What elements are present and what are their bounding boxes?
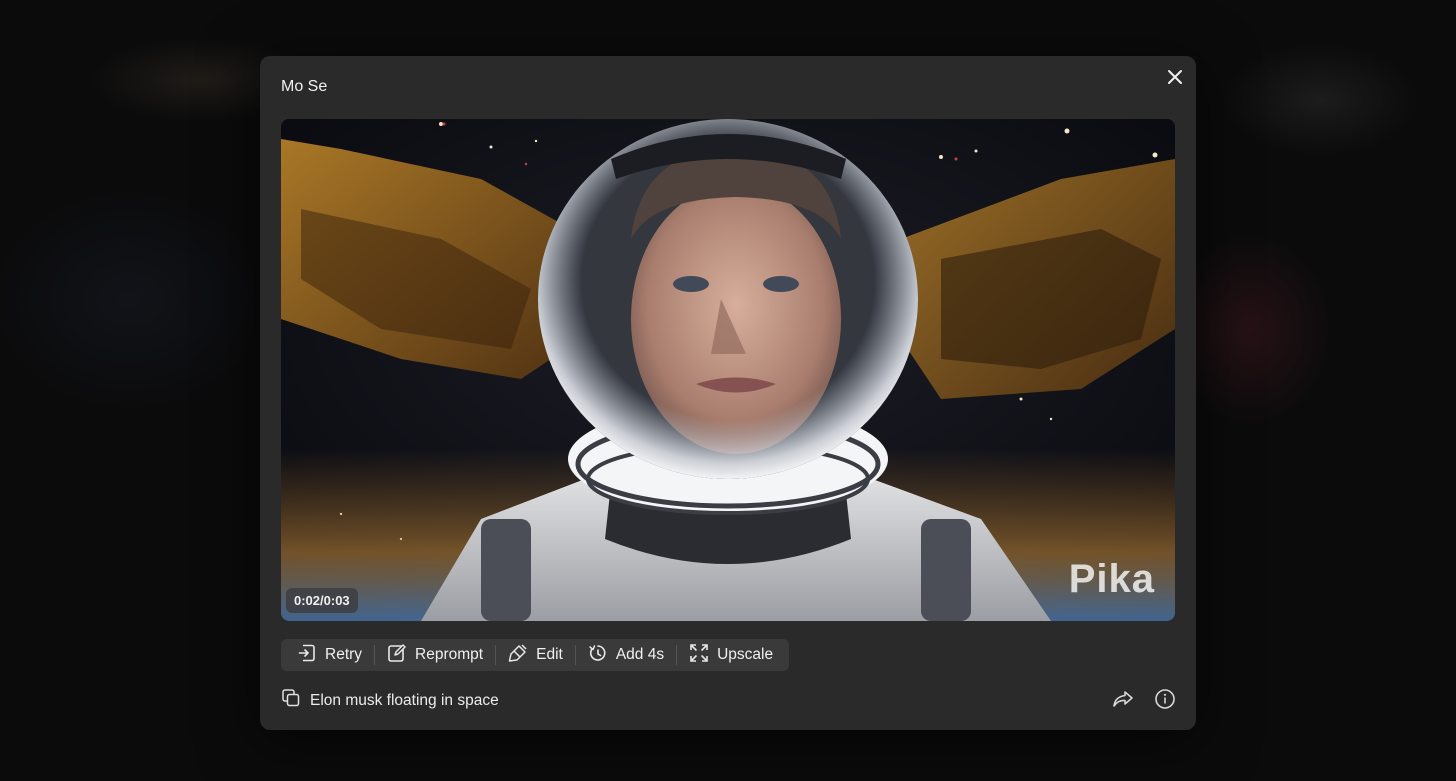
edit-button[interactable]: Edit (496, 639, 575, 671)
brush-icon (508, 643, 528, 668)
add-4s-button[interactable]: Add 4s (576, 639, 676, 671)
upscale-button[interactable]: Upscale (677, 639, 785, 671)
prompt-row: Elon musk floating in space (281, 688, 499, 713)
pika-watermark: Pika (1068, 557, 1155, 601)
prompt-text: Elon musk floating in space (310, 691, 499, 709)
close-icon[interactable] (1164, 66, 1186, 88)
reprompt-label: Reprompt (415, 646, 484, 663)
upscale-label: Upscale (717, 646, 774, 663)
expand-icon (689, 643, 709, 668)
retry-button[interactable]: Retry (285, 639, 374, 671)
add-4s-label: Add 4s (615, 646, 665, 663)
retry-icon (297, 643, 317, 668)
modal-title: Mo Se (281, 78, 328, 95)
video-modal: Mo Se 0:02/0:03 Pika Retry Reprompt Edit… (260, 56, 1196, 730)
timer-icon (588, 643, 608, 668)
copy-icon[interactable] (281, 688, 301, 713)
video-timestamp: 0:02/0:03 (286, 588, 358, 613)
video-toolbar: Retry Reprompt Edit Add 4s Upscale (281, 639, 790, 671)
reprompt-button[interactable]: Reprompt (375, 639, 495, 671)
edit-label: Edit (536, 646, 563, 663)
info-icon[interactable] (1154, 688, 1176, 710)
edit-pencil-icon (387, 643, 407, 668)
share-icon[interactable] (1112, 688, 1134, 710)
video-player[interactable]: 0:02/0:03 Pika (281, 119, 1175, 621)
retry-label: Retry (325, 646, 363, 663)
video-frame (281, 119, 1175, 621)
